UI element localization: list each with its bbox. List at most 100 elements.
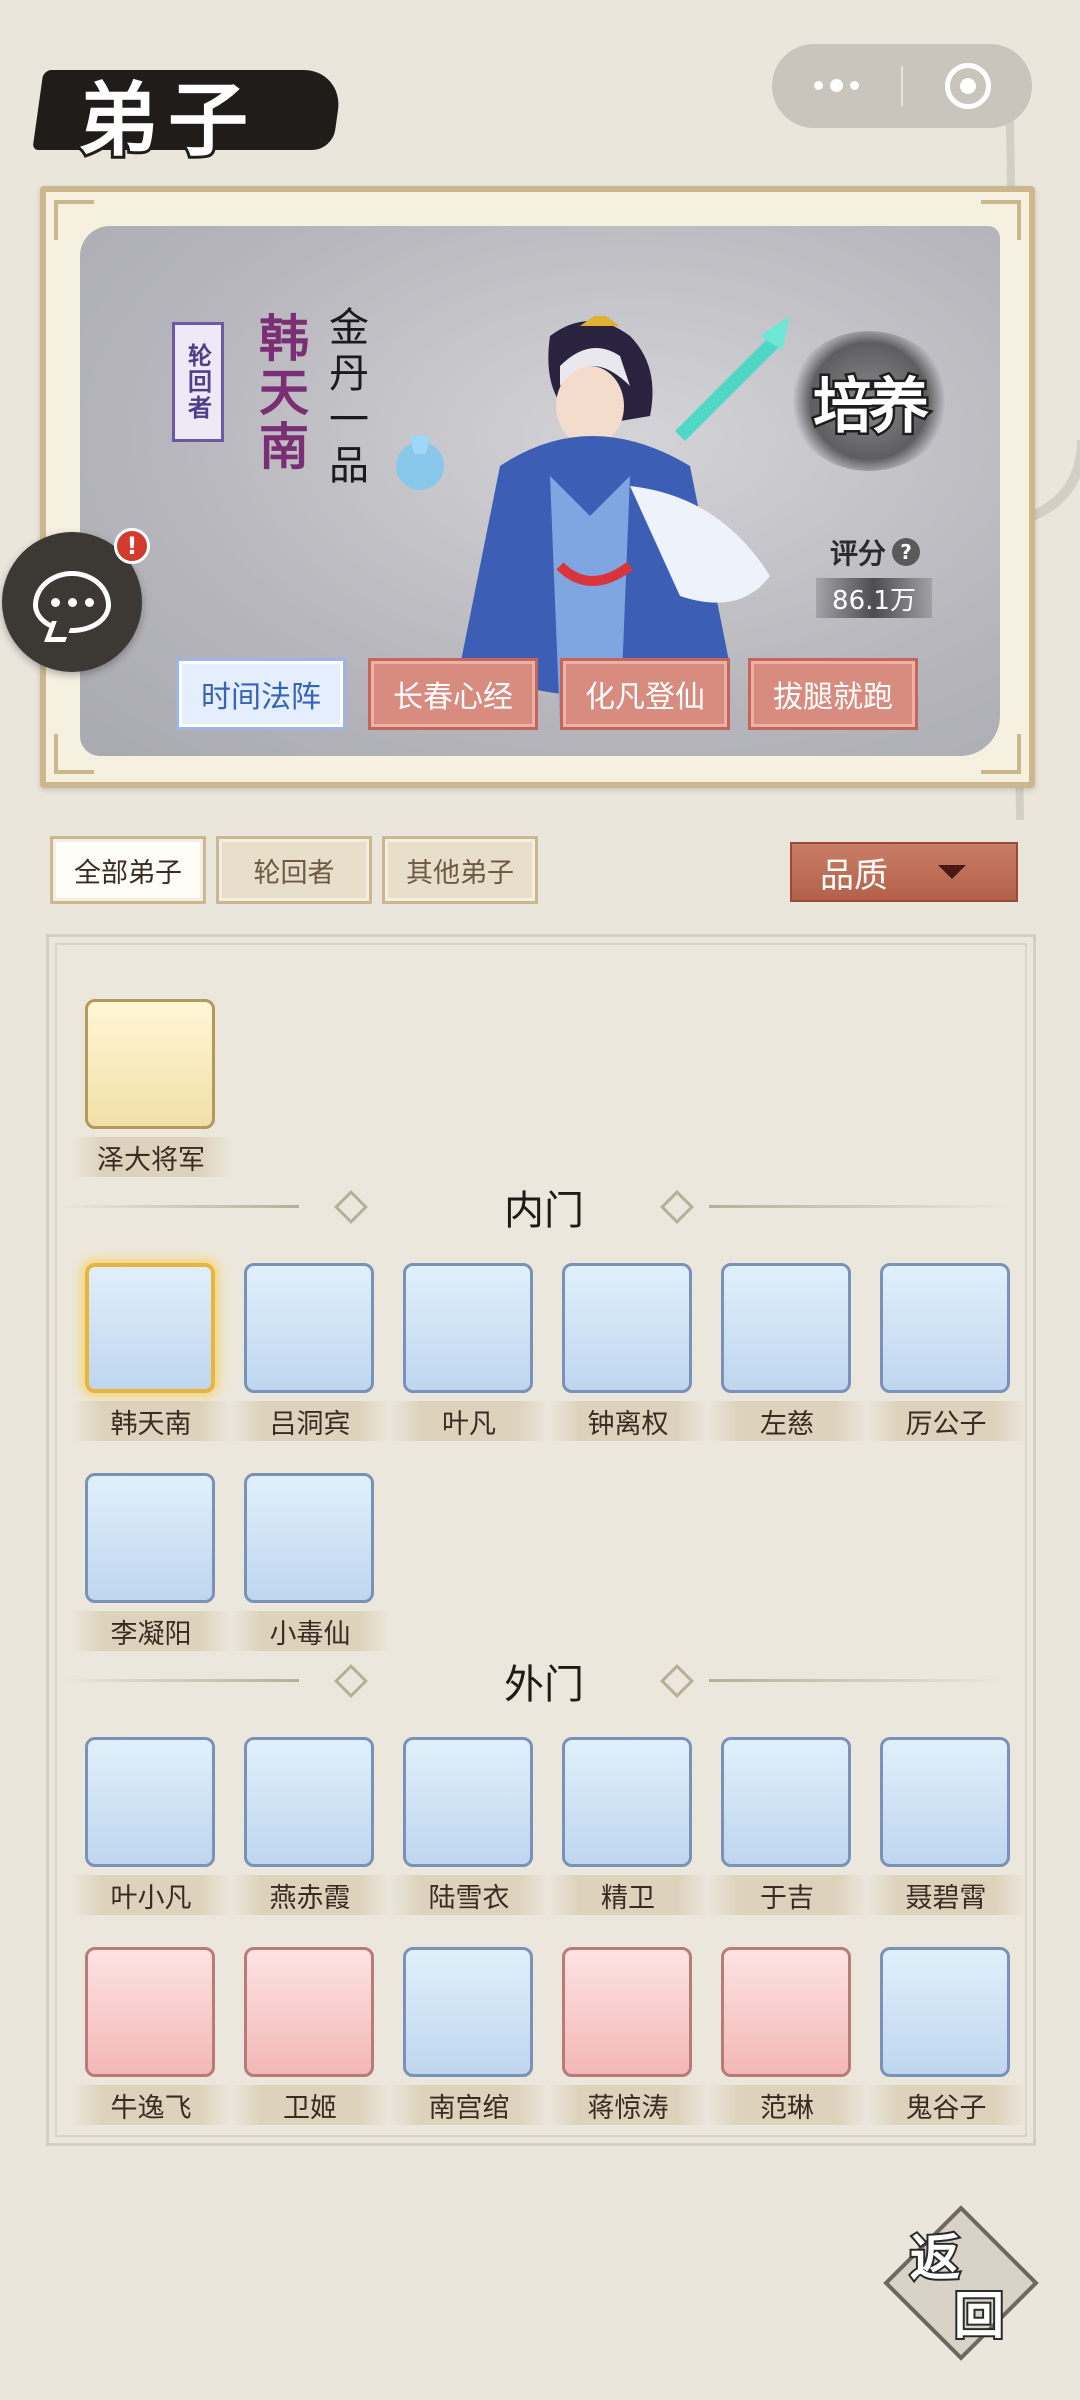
- divider-line: [709, 1679, 1009, 1682]
- disciple-portrait: [880, 1947, 1010, 2077]
- divider-line: [59, 1205, 299, 1208]
- divider-line: [59, 1679, 299, 1682]
- quality-label: 品质: [820, 855, 888, 896]
- disciple-name: 范琳: [707, 2085, 867, 2125]
- disciple-list-panel: 泽大将军 内门 韩天南 吕洞宾 叶凡 钟离权 左慈 厉公子 李凝阳 小毒仙 外门…: [46, 934, 1036, 2146]
- disciple-portrait: [244, 1737, 374, 1867]
- back-label-1: 返: [908, 2226, 962, 2289]
- disciple-card[interactable]: 钟离权: [548, 1263, 708, 1441]
- disciple-portrait: [85, 1473, 215, 1603]
- reincarnator-seal: 轮回者: [172, 322, 224, 442]
- help-question-icon[interactable]: ?: [892, 538, 921, 566]
- skill-button-1[interactable]: 时间法阵: [176, 658, 346, 730]
- disciple-name: 泽大将军: [71, 1137, 231, 1177]
- disciple-name: 燕赤霞: [230, 1875, 390, 1915]
- diamond-ornament-icon: [660, 1190, 694, 1224]
- chat-bubble-icon: [33, 571, 111, 633]
- skill-button-2[interactable]: 长春心经: [368, 658, 538, 730]
- filter-tab-reincarnators[interactable]: 轮回者: [216, 836, 372, 904]
- disciple-card[interactable]: 燕赤霞: [230, 1737, 390, 1915]
- disciple-portrait: [562, 1947, 692, 2077]
- hero-panel: 轮回者 韩天南 金丹一品 培养 评分 ? 86.1万 时间法阵 长春心经 化凡登…: [40, 186, 1035, 788]
- disciple-card[interactable]: 南宫绾: [389, 1947, 549, 2125]
- disciple-portrait: [85, 1263, 215, 1393]
- hero-rank: 金丹一品: [322, 306, 368, 490]
- skill-button-4[interactable]: 拔腿就跑: [748, 658, 918, 730]
- disciple-portrait: [244, 1263, 374, 1393]
- disciple-portrait: [403, 1947, 533, 2077]
- disciple-portrait: [85, 1737, 215, 1867]
- disciple-card[interactable]: 聂碧霄: [866, 1737, 1026, 1915]
- score-value: 86.1万: [816, 578, 932, 618]
- more-dots-icon[interactable]: [772, 78, 901, 92]
- disciple-card[interactable]: 叶凡: [389, 1263, 549, 1441]
- disciple-name: 牛逸飞: [71, 2085, 231, 2125]
- disciple-card[interactable]: 厉公子: [866, 1263, 1026, 1441]
- disciple-name: 左慈: [707, 1401, 867, 1441]
- cultivate-button[interactable]: 培养: [784, 326, 954, 476]
- disciple-name: 于吉: [707, 1875, 867, 1915]
- section-outer-title: 外门: [504, 1662, 584, 1708]
- hero-name: 韩天南: [251, 312, 310, 474]
- disciple-portrait: [721, 1737, 851, 1867]
- score-label-text: 评分: [830, 537, 887, 570]
- back-button[interactable]: 返 回: [883, 2205, 1039, 2361]
- divider-line: [709, 1205, 1009, 1208]
- disciple-portrait: [562, 1263, 692, 1393]
- diamond-ornament-icon: [334, 1664, 368, 1698]
- disciple-card[interactable]: 吕洞宾: [230, 1263, 390, 1441]
- record-circle-icon[interactable]: [903, 63, 1032, 109]
- filter-tab-all[interactable]: 全部弟子: [50, 836, 206, 904]
- disciple-name: 聂碧霄: [866, 1875, 1026, 1915]
- disciple-card[interactable]: 李凝阳: [71, 1473, 231, 1651]
- disciple-portrait: [880, 1737, 1010, 1867]
- disciple-card[interactable]: 精卫: [548, 1737, 708, 1915]
- miniprogram-capsule: [772, 44, 1032, 128]
- disciple-name: 厉公子: [866, 1401, 1026, 1441]
- back-label-2: 回: [952, 2284, 1006, 2347]
- disciple-name: 蒋惊涛: [548, 2085, 708, 2125]
- disciple-name: 卫姬: [230, 2085, 390, 2125]
- skill-button-3[interactable]: 化凡登仙: [560, 658, 730, 730]
- disciple-name: 鬼谷子: [866, 2085, 1026, 2125]
- disciple-name: 南宫绾: [389, 2085, 549, 2125]
- disciple-portrait: [85, 1947, 215, 2077]
- disciple-portrait: [403, 1737, 533, 1867]
- disciple-portrait: [721, 1947, 851, 2077]
- disciple-name: 吕洞宾: [230, 1401, 390, 1441]
- disciple-card[interactable]: 范琳: [707, 1947, 867, 2125]
- disciple-card[interactable]: 牛逸飞: [71, 1947, 231, 2125]
- chat-alert-badge: !: [114, 528, 150, 564]
- disciple-name: 精卫: [548, 1875, 708, 1915]
- disciple-name: 韩天南: [71, 1401, 231, 1441]
- disciple-card[interactable]: 小毒仙: [230, 1473, 390, 1651]
- quality-dropdown[interactable]: 品质: [790, 842, 1018, 902]
- disciple-card[interactable]: 韩天南: [71, 1263, 231, 1441]
- disciple-card[interactable]: 蒋惊涛: [548, 1947, 708, 2125]
- disciple-name: 叶小凡: [71, 1875, 231, 1915]
- diamond-ornament-icon: [334, 1190, 368, 1224]
- disciple-portrait: [85, 999, 215, 1129]
- filter-tab-others[interactable]: 其他弟子: [382, 836, 538, 904]
- disciple-card[interactable]: 卫姬: [230, 1947, 390, 2125]
- disciple-name: 叶凡: [389, 1401, 549, 1441]
- disciple-card[interactable]: 陆雪衣: [389, 1737, 549, 1915]
- page-title: 弟子: [75, 70, 258, 170]
- disciple-card[interactable]: 叶小凡: [71, 1737, 231, 1915]
- disciple-card[interactable]: 于吉: [707, 1737, 867, 1915]
- disciple-portrait: [403, 1263, 533, 1393]
- disciple-card[interactable]: 泽大将军: [71, 999, 231, 1177]
- disciple-name: 陆雪衣: [389, 1875, 549, 1915]
- section-inner-header: 内门: [49, 1177, 1039, 1237]
- disciple-portrait: [721, 1263, 851, 1393]
- section-outer-header: 外门: [49, 1651, 1039, 1711]
- disciple-name: 钟离权: [548, 1401, 708, 1441]
- section-inner-title: 内门: [504, 1188, 584, 1234]
- chevron-down-icon: [938, 865, 966, 879]
- disciple-portrait: [244, 1473, 374, 1603]
- disciple-portrait: [244, 1947, 374, 2077]
- disciple-name: 李凝阳: [71, 1611, 231, 1651]
- disciple-card[interactable]: 鬼谷子: [866, 1947, 1026, 2125]
- disciple-portrait: [880, 1263, 1010, 1393]
- disciple-card[interactable]: 左慈: [707, 1263, 867, 1441]
